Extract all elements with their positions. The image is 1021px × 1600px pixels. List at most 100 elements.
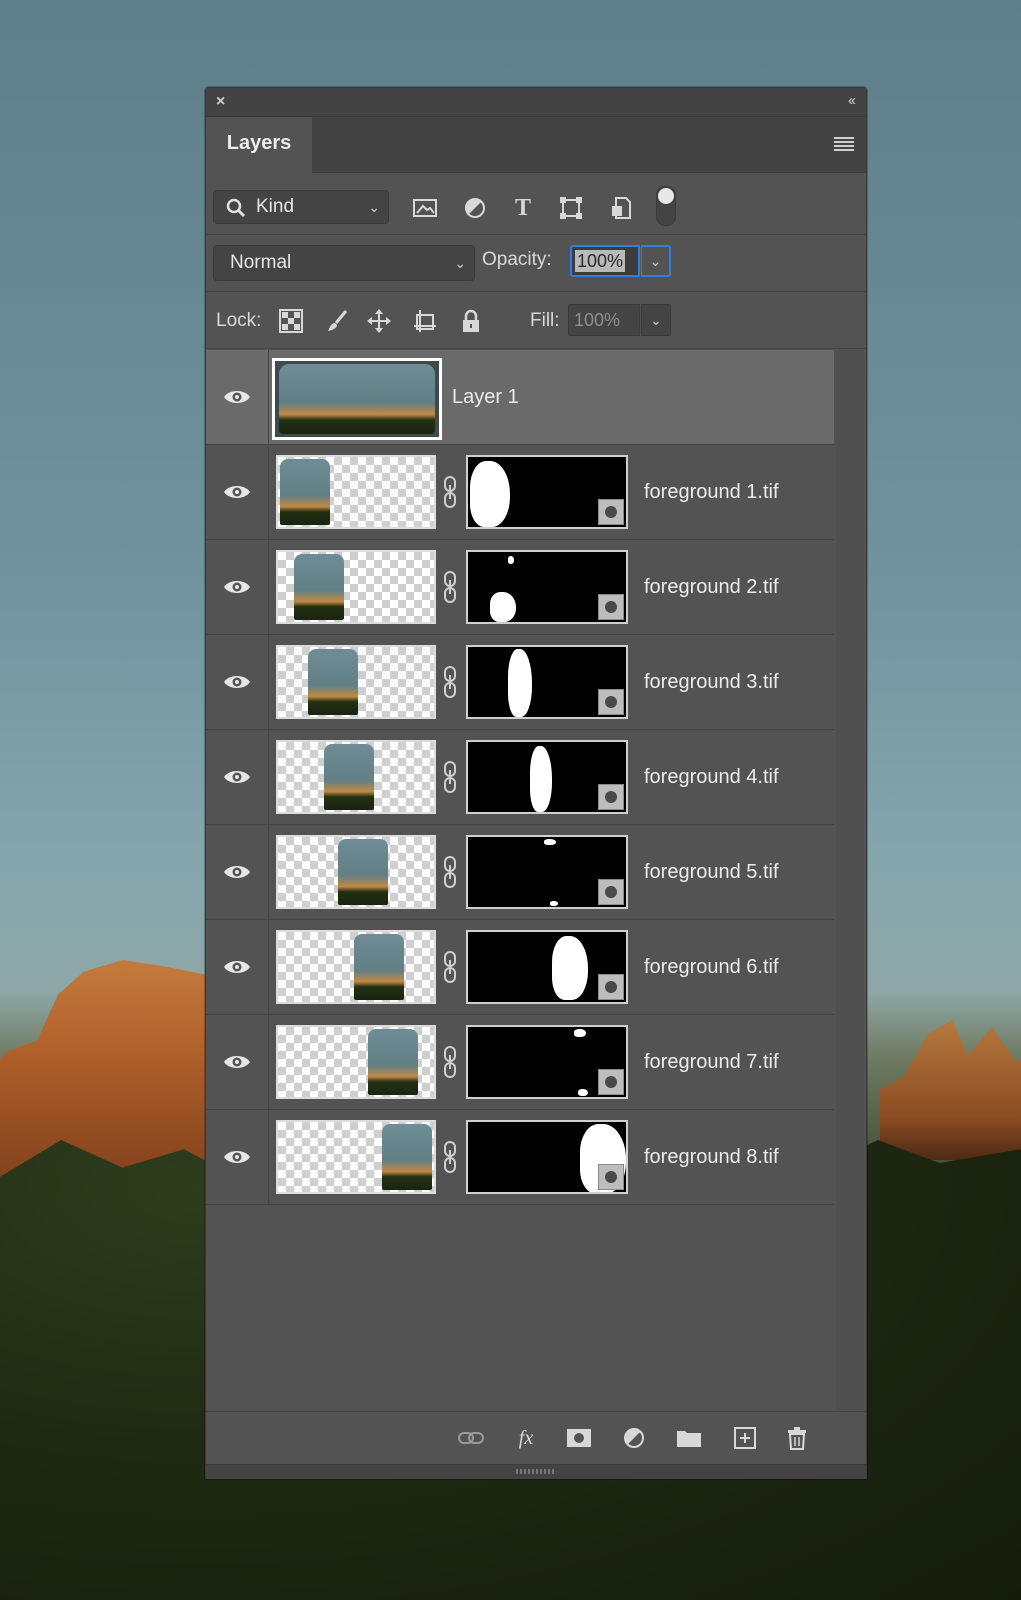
tab-layers[interactable]: Layers: [206, 117, 312, 173]
layer-thumbnail[interactable]: [276, 455, 436, 529]
adjustment-filter-icon[interactable]: [462, 196, 488, 220]
panel-resize-strip[interactable]: [206, 1464, 866, 1479]
layer-name[interactable]: foreground 2.tif: [644, 540, 779, 634]
close-panel-icon[interactable]: ×: [216, 93, 225, 111]
layer-mask-thumbnail[interactable]: [466, 740, 628, 814]
lock-artboard-icon[interactable]: [412, 308, 438, 334]
adjustment-layer-icon[interactable]: [620, 1424, 650, 1452]
shape-filter-icon[interactable]: [558, 196, 584, 220]
layer-mask-thumbnail[interactable]: [466, 550, 628, 624]
mask-badge-icon: [598, 879, 624, 905]
mask-link-icon[interactable]: [442, 760, 458, 794]
opacity-dropdown-button[interactable]: ⌄: [641, 245, 671, 277]
new-layer-icon[interactable]: [730, 1424, 760, 1452]
layer-row-foreground-4[interactable]: foreground 4.tif: [206, 730, 834, 825]
delete-layer-icon[interactable]: [782, 1424, 812, 1452]
add-mask-icon[interactable]: [564, 1424, 594, 1452]
mask-badge-icon: [598, 1069, 624, 1095]
layer-row-foreground-8[interactable]: foreground 8.tif: [206, 1110, 834, 1205]
lock-all-icon[interactable]: [458, 308, 484, 334]
mask-link-icon[interactable]: [442, 665, 458, 699]
layer-row-foreground-5[interactable]: foreground 5.tif: [206, 825, 834, 920]
mask-link-icon[interactable]: [442, 475, 458, 509]
eye-icon[interactable]: [222, 578, 252, 596]
link-layers-icon[interactable]: [456, 1424, 486, 1452]
layer-name[interactable]: foreground 7.tif: [644, 1015, 779, 1109]
layers-list: Layer 1 foreground 1.tif foreground 2.ti…: [206, 350, 834, 1410]
lock-image-pixels-icon[interactable]: [324, 308, 350, 334]
resize-grip-icon[interactable]: [516, 1469, 556, 1474]
layer-thumbnail[interactable]: [276, 930, 436, 1004]
mask-badge-icon: [598, 784, 624, 810]
eye-icon[interactable]: [222, 1148, 252, 1166]
opacity-input[interactable]: 100%: [570, 245, 640, 277]
new-group-icon[interactable]: [674, 1424, 704, 1452]
layer-name[interactable]: foreground 4.tif: [644, 730, 779, 824]
eye-icon[interactable]: [222, 863, 252, 881]
layer-name[interactable]: Layer 1: [452, 350, 519, 444]
layer-thumbnail[interactable]: [276, 1025, 436, 1099]
layer-mask-thumbnail[interactable]: [466, 930, 628, 1004]
layer-mask-thumbnail[interactable]: [466, 645, 628, 719]
layer-name[interactable]: foreground 3.tif: [644, 635, 779, 729]
mask-badge-icon: [598, 1164, 624, 1190]
mask-link-icon[interactable]: [442, 1140, 458, 1174]
layer-row-foreground-6[interactable]: foreground 6.tif: [206, 920, 834, 1015]
layer-thumbnail[interactable]: [276, 645, 436, 719]
layer-row-layer-1[interactable]: Layer 1: [206, 350, 834, 445]
filter-kind-select[interactable]: Kind ⌄: [213, 190, 389, 224]
layer-thumbnail[interactable]: [276, 550, 436, 624]
layer-mask-thumbnail[interactable]: [466, 1025, 628, 1099]
layer-mask-thumbnail[interactable]: [466, 835, 628, 909]
smart-object-filter-icon[interactable]: [608, 196, 634, 220]
fill-input[interactable]: 100%: [568, 304, 640, 336]
layer-name[interactable]: foreground 5.tif: [644, 825, 779, 919]
layer-row-foreground-1[interactable]: foreground 1.tif: [206, 445, 834, 540]
opacity-label: Opacity:: [482, 249, 552, 270]
eye-icon[interactable]: [222, 768, 252, 786]
mask-link-icon[interactable]: [442, 855, 458, 889]
type-filter-icon[interactable]: T: [510, 196, 536, 220]
filter-toggle[interactable]: [656, 186, 676, 226]
layer-thumbnail[interactable]: [272, 358, 442, 440]
layer-name[interactable]: foreground 1.tif: [644, 445, 779, 539]
mask-link-icon[interactable]: [442, 570, 458, 604]
visibility-toggle[interactable]: [206, 635, 269, 729]
visibility-toggle[interactable]: [206, 730, 269, 824]
eye-icon[interactable]: [222, 958, 252, 976]
layer-mask-thumbnail[interactable]: [466, 455, 628, 529]
layer-row-foreground-7[interactable]: foreground 7.tif: [206, 1015, 834, 1110]
layer-row-foreground-2[interactable]: foreground 2.tif: [206, 540, 834, 635]
mask-badge-icon: [598, 974, 624, 1000]
panel-titlebar: × ‹‹: [206, 88, 866, 117]
layer-row-foreground-3[interactable]: foreground 3.tif: [206, 635, 834, 730]
layer-mask-thumbnail[interactable]: [466, 1120, 628, 1194]
fx-icon[interactable]: fx: [511, 1424, 541, 1452]
eye-icon[interactable]: [222, 388, 252, 406]
layer-name[interactable]: foreground 8.tif: [644, 1110, 779, 1204]
eye-icon[interactable]: [222, 673, 252, 691]
lock-transparent-pixels-icon[interactable]: [278, 308, 304, 334]
layer-thumbnail[interactable]: [276, 740, 436, 814]
layer-thumbnail[interactable]: [276, 1120, 436, 1194]
lock-position-icon[interactable]: [366, 308, 392, 334]
mask-link-icon[interactable]: [442, 1045, 458, 1079]
visibility-toggle[interactable]: [206, 1015, 269, 1109]
layer-thumbnail[interactable]: [276, 835, 436, 909]
visibility-toggle[interactable]: [206, 445, 269, 539]
visibility-toggle[interactable]: [206, 1110, 269, 1204]
panel-menu-icon[interactable]: [834, 137, 854, 151]
eye-icon[interactable]: [222, 1053, 252, 1071]
visibility-toggle[interactable]: [206, 920, 269, 1014]
collapse-panel-icon[interactable]: ‹‹: [848, 92, 856, 110]
fill-dropdown-button[interactable]: ⌄: [641, 304, 671, 336]
image-filter-icon[interactable]: [412, 196, 438, 220]
mask-link-icon[interactable]: [442, 950, 458, 984]
layer-name[interactable]: foreground 6.tif: [644, 920, 779, 1014]
visibility-toggle[interactable]: [206, 540, 269, 634]
visibility-toggle[interactable]: [206, 350, 269, 444]
blend-mode-select[interactable]: Normal ⌄: [213, 245, 475, 281]
layers-scrollbar[interactable]: [836, 350, 864, 1410]
eye-icon[interactable]: [222, 483, 252, 501]
visibility-toggle[interactable]: [206, 825, 269, 919]
